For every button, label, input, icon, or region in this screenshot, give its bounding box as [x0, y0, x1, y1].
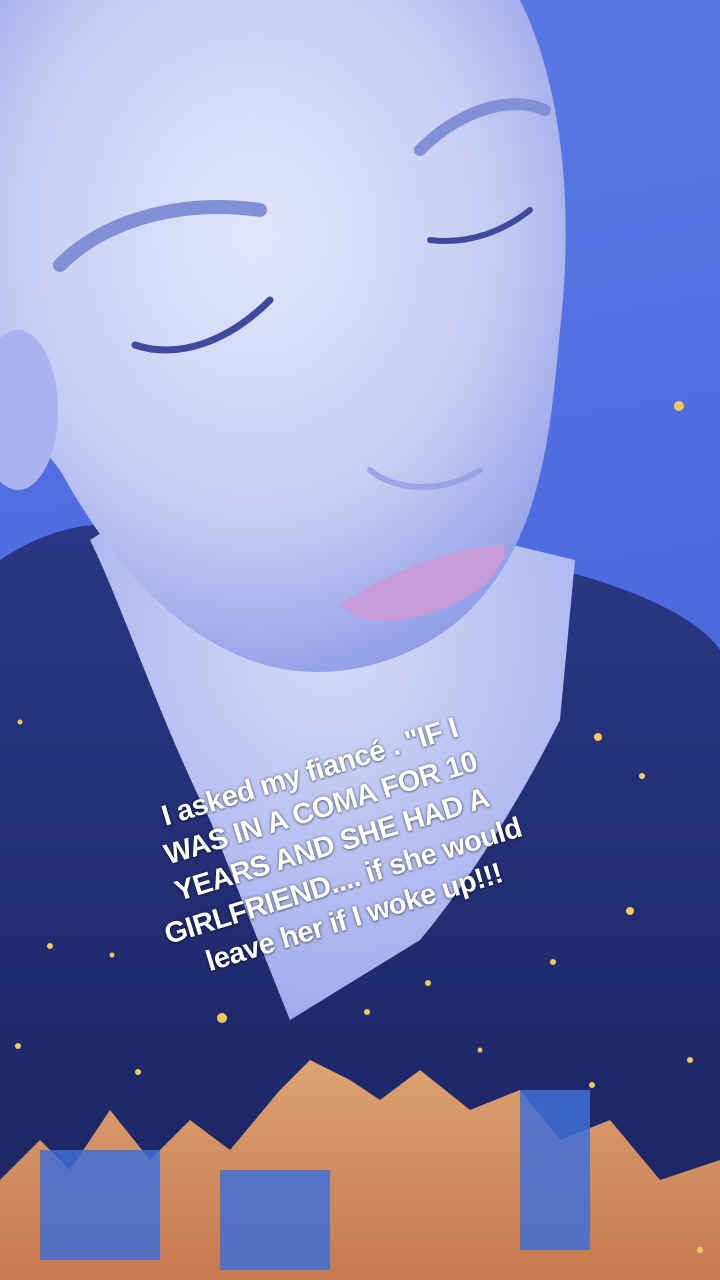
selfie-photo: [0, 0, 720, 1280]
shirt-print: [220, 1170, 330, 1270]
video-frame: I asked my fiancé . "IF I WAS IN A COMA …: [0, 0, 720, 1280]
shirt-print: [520, 1090, 590, 1250]
shirt-print: [40, 1150, 160, 1260]
